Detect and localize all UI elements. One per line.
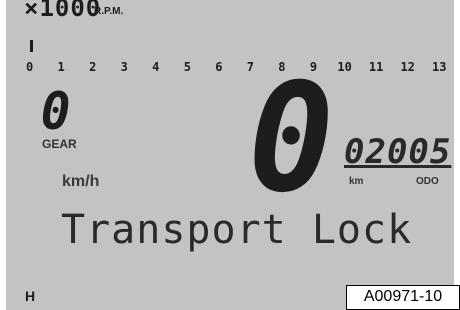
- status-message: Transport Lock: [61, 207, 413, 253]
- rpm-multiplier: ×1000: [24, 0, 102, 22]
- odometer-unit-km: km: [349, 176, 364, 187]
- rpm-scale-label: 1: [57, 60, 65, 74]
- rpm-bar-segment: [30, 40, 33, 52]
- speed-unit-label: km/h: [62, 173, 100, 190]
- rpm-scale-label: 10: [337, 60, 352, 74]
- rpm-scale-label: 2: [89, 60, 97, 74]
- lcd-display: ×1000 R.P.M. 0 1 2 3 4 5 6 7 8 9 10 11 12 13 0 GEAR k…: [6, 0, 454, 310]
- odometer-unit-odo: ODO: [416, 176, 439, 187]
- odometer-value: 02005: [344, 132, 452, 172]
- rpm-scale-label: 6: [215, 60, 223, 74]
- partial-indicator: H: [25, 288, 36, 304]
- rpm-scale-label: 5: [183, 60, 191, 74]
- rpm-scale-label: 3: [120, 60, 128, 74]
- reference-code: A00971-10: [346, 285, 460, 310]
- gear-label: GEAR: [42, 137, 77, 151]
- rpm-scale-label: 13: [432, 60, 447, 74]
- gear-indicator: 0: [40, 82, 71, 142]
- rpm-scale-label: 12: [400, 60, 415, 74]
- rpm-unit-label: R.P.M.: [94, 6, 124, 17]
- rpm-scale-label: 4: [152, 60, 160, 74]
- rpm-scale-label: 11: [368, 60, 384, 74]
- rpm-scale-label: 0: [26, 60, 34, 74]
- rpm-bar-scale: [6, 36, 454, 76]
- speedometer-value: 0: [248, 52, 335, 226]
